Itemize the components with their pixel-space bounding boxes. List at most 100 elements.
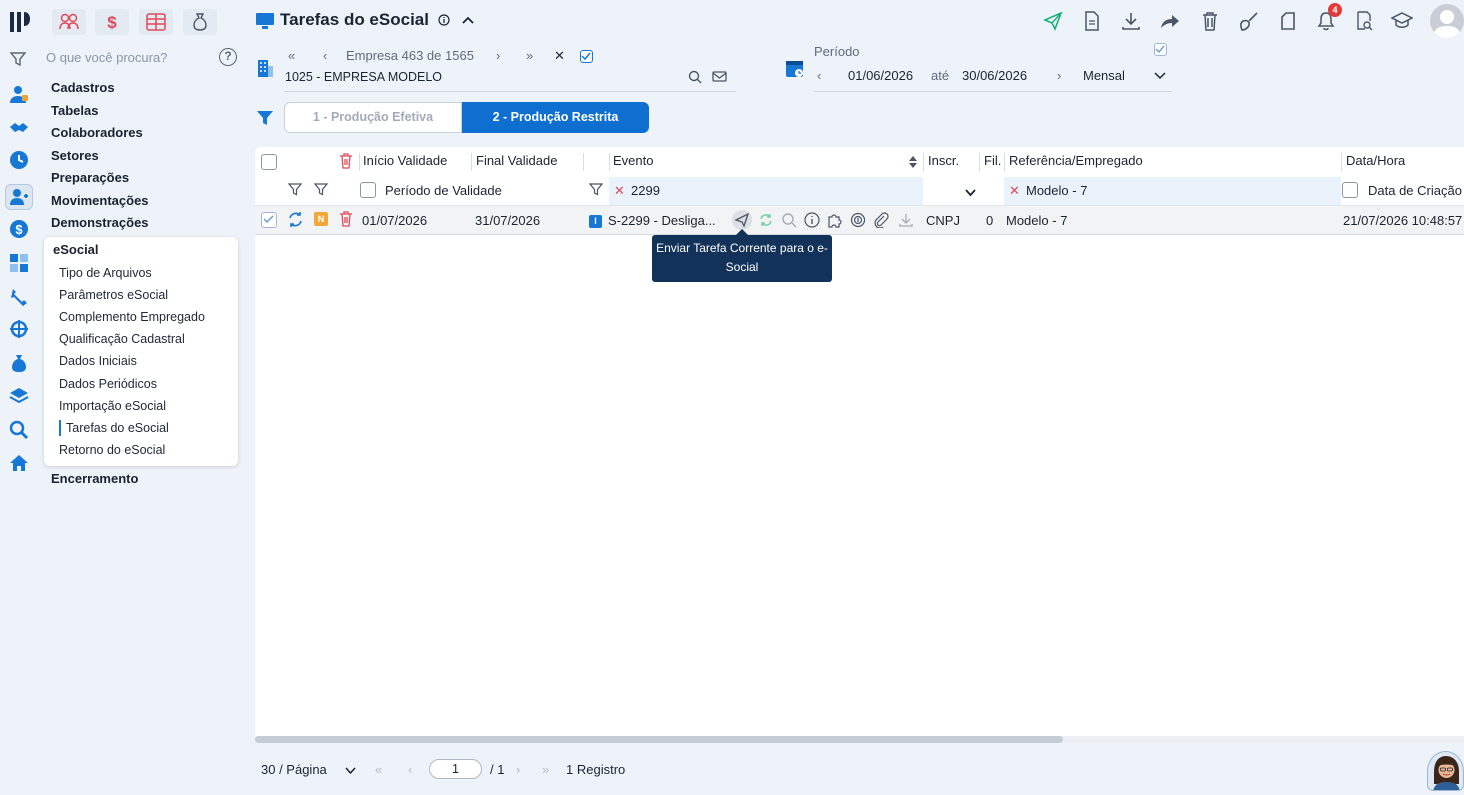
money-bag-quick-icon[interactable] [183,9,217,35]
calculator-icon[interactable] [9,253,29,273]
company-checkbox[interactable] [580,50,593,63]
submenu-item-importacao[interactable]: Importação eSocial [59,399,166,413]
send-task-icon[interactable] [732,210,752,230]
next-period-icon[interactable]: › [1057,68,1061,83]
header-fil[interactable]: Fil. [984,153,1001,168]
menu-item-preparacoes[interactable]: Preparações [51,170,129,185]
row-checkbox[interactable] [261,212,277,228]
sync-icon[interactable] [287,211,304,228]
menu-item-cadastros[interactable]: Cadastros [51,80,115,95]
submenu-item-retorno[interactable]: Retorno do eSocial [59,443,165,457]
chevron-down-icon[interactable] [345,767,356,775]
header-evento[interactable]: Evento [613,153,653,168]
scrollbar-thumb[interactable] [255,736,1063,743]
data-filter-checkbox[interactable] [1342,182,1358,198]
forward-icon[interactable] [1159,10,1181,32]
filter-icon[interactable] [314,183,328,197]
submenu-title[interactable]: eSocial [53,242,99,257]
app-logo[interactable] [8,9,32,35]
funnel-icon[interactable] [256,109,274,127]
magnifier-icon[interactable] [781,212,797,228]
graduation-cap-icon[interactable] [1391,10,1413,32]
company-name[interactable]: 1025 - EMPRESA MODELO [285,70,442,84]
prev-period-icon[interactable]: ‹ [817,68,821,83]
period-start[interactable]: 01/06/2026 [848,68,913,83]
header-inicio[interactable]: Início Validade [363,153,447,168]
help-icon[interactable]: ? [219,48,237,66]
info-circle-icon[interactable] [804,212,820,228]
last-page-icon[interactable]: » [526,48,533,63]
send-icon[interactable] [1042,10,1064,32]
info-icon[interactable] [438,14,450,26]
tools-icon[interactable] [9,287,29,307]
first-page-icon[interactable]: « [375,762,382,777]
submenu-item-dados-iniciais[interactable]: Dados Iniciais [59,354,137,368]
header-final[interactable]: Final Validade [476,153,557,168]
submenu-item-qualificacao[interactable]: Qualificação Cadastral [59,332,185,346]
header-datahora[interactable]: Data/Hora [1346,153,1405,168]
tab-producao-efetiva[interactable]: 1 - Produção Efetiva [284,102,462,133]
page-input[interactable]: 1 [429,759,482,779]
people-icon[interactable] [9,84,29,104]
submenu-item-parametros[interactable]: Parâmetros eSocial [59,288,168,302]
layers-icon[interactable] [9,386,29,406]
clock-icon[interactable] [9,150,29,170]
sort-icon[interactable] [908,155,918,169]
submenu-item-tipo-arquivos[interactable]: Tipo de Arquivos [59,266,152,280]
grid-quick-icon[interactable] [139,9,173,35]
header-referencia[interactable]: Referência/Empregado [1009,153,1143,168]
first-page-icon[interactable]: « [288,48,295,63]
chevron-down-icon[interactable] [1154,72,1166,80]
filter-icon[interactable] [9,50,29,70]
company-search-icon[interactable] [688,70,702,84]
period-filter-checkbox[interactable] [360,182,376,198]
fingerprint-icon[interactable] [850,212,866,228]
network-icon[interactable] [9,319,29,339]
trash-icon[interactable] [1199,10,1221,32]
assistant-avatar[interactable] [1427,751,1464,791]
menu-search-input[interactable]: O que você procura? [46,50,167,65]
menu-item-setores[interactable]: Setores [51,148,99,163]
next-page-icon[interactable]: › [516,762,520,777]
money-bag-icon[interactable] [9,353,29,373]
dollar-quick-icon[interactable]: $ [95,9,129,35]
download-icon[interactable] [1120,10,1142,32]
attachment-icon[interactable] [873,212,889,228]
clear-filter-icon[interactable]: ✕ [614,183,625,199]
submenu-item-tarefas[interactable]: Tarefas do eSocial [66,421,169,435]
people-quick-icon[interactable] [52,9,86,35]
filter-evento[interactable]: 2299 [631,183,660,198]
header-trash-icon[interactable] [339,153,353,169]
filter-icon[interactable] [288,183,302,197]
dollar-icon[interactable]: $ [9,219,29,239]
note-icon[interactable] [1277,10,1299,32]
tab-producao-restrita[interactable]: 2 - Produção Restrita [462,102,649,133]
per-page-select[interactable]: 30 / Página [261,762,327,777]
broom-icon[interactable] [1238,10,1260,32]
next-company-icon[interactable]: › [496,48,500,63]
home-icon[interactable] [9,453,29,473]
menu-item-movimentacoes[interactable]: Movimentações [51,193,149,208]
refresh-icon[interactable] [758,212,774,228]
calendar-icon[interactable] [785,58,805,78]
select-all-checkbox[interactable] [261,154,277,170]
submenu-item-complemento[interactable]: Complemento Empregado [59,310,205,324]
menu-item-encerramento[interactable]: Encerramento [51,471,138,486]
chevron-down-icon[interactable] [965,189,976,197]
period-end[interactable]: 30/06/2026 [962,68,1027,83]
header-inscr[interactable]: Inscr. [928,153,959,168]
row-download-icon[interactable] [898,212,914,228]
clear-filter-icon[interactable]: ✕ [1009,183,1020,199]
prev-page-icon[interactable]: ‹ [408,762,412,777]
search-doc-icon[interactable] [1353,10,1375,32]
user-group-icon[interactable] [9,187,29,207]
table-row[interactable]: N 01/07/2026 31/07/2026 I S-2299 - Desli… [255,205,1464,235]
period-checkbox[interactable] [1154,43,1167,56]
filter-icon[interactable] [589,183,603,197]
row-trash-icon[interactable] [339,211,353,227]
mail-icon[interactable] [712,70,727,83]
period-mode[interactable]: Mensal [1083,68,1125,83]
menu-item-colaboradores[interactable]: Colaboradores [51,125,143,140]
prev-company-icon[interactable]: ‹ [323,48,327,63]
submenu-item-dados-periodicos[interactable]: Dados Periódicos [59,377,157,391]
